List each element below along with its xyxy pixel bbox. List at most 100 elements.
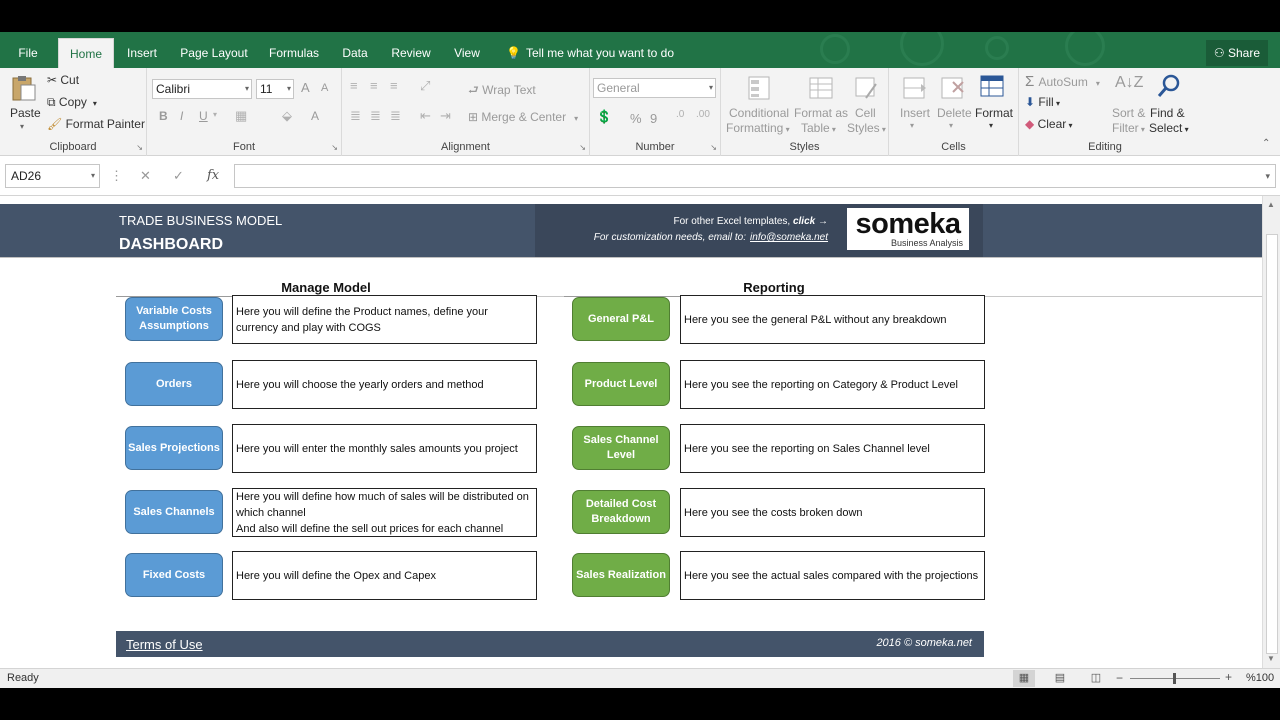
sales-channel-level-button[interactable]: Sales Channel Level	[572, 426, 670, 470]
name-box[interactable]: AD26 ▾	[5, 164, 100, 188]
align-right-icon[interactable]: ≣	[390, 108, 401, 124]
find-select-button[interactable]: Find &	[1150, 106, 1185, 120]
tab-data[interactable]: Data	[337, 32, 373, 68]
tab-insert[interactable]: Insert	[122, 32, 162, 68]
someka-logo[interactable]: someka Business Analysis	[847, 208, 969, 250]
zoom-level[interactable]: %100	[1246, 672, 1274, 684]
cut-button[interactable]: ✂ Cut	[47, 73, 79, 87]
detailed-cost-breakdown-button[interactable]: Detailed Cost Breakdown	[572, 490, 670, 534]
number-format-combo[interactable]: General ▾	[593, 78, 716, 98]
decrease-decimal-icon[interactable]: .00	[696, 109, 710, 120]
font-name-combo[interactable]: Calibri ▾	[152, 79, 252, 99]
wrap-text-button[interactable]: ⮐ Wrap Text	[468, 81, 536, 102]
vertical-scrollbar[interactable]: ▲ ▼	[1262, 196, 1280, 668]
promo-click-link[interactable]: click →	[793, 216, 828, 227]
group-font: Calibri ▾ 11 ▾ A A B I U ▾ ▦ ⬙ A Font ↘	[147, 68, 342, 156]
align-left-icon[interactable]: ≣	[350, 108, 361, 124]
align-bottom-icon[interactable]: ≡	[390, 78, 398, 93]
formula-input[interactable]: ▾	[234, 164, 1276, 188]
chevron-down-icon: ▾	[574, 114, 579, 123]
underline-dropdown-icon[interactable]: ▾	[213, 110, 217, 119]
underline-button[interactable]: U	[199, 109, 208, 123]
fill-button[interactable]: ⬇ Fill ▾	[1025, 95, 1060, 109]
currency-format-icon[interactable]: 💲	[596, 109, 612, 125]
terms-of-use-link[interactable]: Terms of Use	[126, 637, 203, 652]
zoom-out-icon[interactable]: −	[1116, 671, 1123, 685]
brush-icon: 🖌	[47, 117, 66, 131]
paste-dropdown-icon[interactable]: ▾	[20, 122, 24, 131]
clipboard-dialog-launcher[interactable]: ↘	[136, 143, 143, 152]
percent-button[interactable]: %	[630, 111, 642, 126]
scroll-thumb[interactable]	[1266, 234, 1278, 654]
grow-font-button[interactable]: A	[301, 80, 310, 95]
font-dialog-launcher[interactable]: ↘	[331, 143, 338, 152]
worksheet[interactable]: TRADE BUSINESS MODEL DASHBOARD For other…	[0, 196, 1262, 668]
sales-projections-button[interactable]: Sales Projections	[125, 426, 223, 470]
alignment-dialog-launcher[interactable]: ↘	[579, 143, 586, 152]
chevron-down-icon[interactable]: ▾	[949, 121, 953, 130]
clear-button[interactable]: ◆ Clear ▾	[1025, 117, 1073, 131]
font-color-button[interactable]: A	[311, 109, 319, 123]
scroll-up-icon[interactable]: ▲	[1267, 200, 1275, 209]
font-size-combo[interactable]: 11 ▾	[256, 79, 294, 99]
increase-indent-icon[interactable]: ⇥	[440, 108, 451, 124]
tab-page-layout[interactable]: Page Layout	[176, 32, 252, 68]
autosum-button[interactable]: Σ AutoSum ▾	[1025, 73, 1100, 90]
promo-templates-line[interactable]: For other Excel templates, click →	[673, 216, 828, 227]
delete-cells-button[interactable]: Delete	[937, 106, 972, 120]
tab-review[interactable]: Review	[386, 32, 436, 68]
sort-filter-button[interactable]: Sort &	[1112, 106, 1145, 120]
general-pl-button[interactable]: General P&L	[572, 297, 670, 341]
format-as-table-button[interactable]: Format as	[794, 106, 848, 120]
page-layout-view-icon[interactable]: ▤	[1049, 670, 1071, 687]
decrease-indent-icon[interactable]: ⇤	[420, 108, 431, 124]
page-break-view-icon[interactable]: ◫	[1085, 670, 1107, 687]
align-middle-icon[interactable]: ≡	[370, 78, 378, 93]
find-select-icon	[1157, 74, 1180, 97]
merge-center-button[interactable]: ⊞ Merge & Center ▾	[468, 110, 578, 124]
align-top-icon[interactable]: ≡	[350, 78, 358, 93]
scroll-down-icon[interactable]: ▼	[1267, 654, 1275, 663]
fixed-costs-button[interactable]: Fixed Costs	[125, 553, 223, 597]
tell-me-search[interactable]: 💡 Tell me what you want to do	[506, 32, 674, 68]
zoom-in-icon[interactable]: +	[1225, 670, 1232, 684]
variable-costs-button[interactable]: Variable Costs Assumptions	[125, 297, 223, 341]
copy-button[interactable]: ⧉ Copy ▾	[47, 95, 97, 110]
email-link[interactable]: info@someka.net	[750, 232, 828, 243]
conditional-formatting-button[interactable]: Conditional	[729, 106, 789, 120]
format-cells-button[interactable]: Format	[975, 106, 1013, 120]
italic-button[interactable]: I	[180, 109, 183, 123]
tab-home[interactable]: Home	[58, 38, 114, 68]
comma-style-button[interactable]: 9	[650, 111, 657, 126]
expand-formula-bar-icon[interactable]: ▾	[1265, 165, 1270, 187]
paste-button[interactable]: Paste	[10, 106, 41, 120]
collapse-ribbon-icon[interactable]: ⌃	[1262, 138, 1270, 149]
insert-function-button[interactable]: fx	[207, 164, 219, 188]
format-painter-button[interactable]: 🖌 Format Painter	[47, 117, 145, 131]
cell-styles-button[interactable]: Cell	[855, 106, 876, 120]
normal-view-icon[interactable]: ▦	[1013, 670, 1035, 687]
sales-channels-button[interactable]: Sales Channels	[125, 490, 223, 534]
chevron-down-icon[interactable]: ▾	[910, 121, 914, 130]
align-center-icon[interactable]: ≣	[370, 108, 381, 124]
borders-icon[interactable]: ▦	[235, 108, 247, 124]
number-dialog-launcher[interactable]: ↘	[710, 143, 717, 152]
cancel-icon[interactable]: ✕	[140, 164, 151, 188]
orders-button[interactable]: Orders	[125, 362, 223, 406]
zoom-slider-thumb[interactable]	[1173, 673, 1176, 684]
shrink-font-button[interactable]: A	[321, 82, 328, 94]
sales-realization-button[interactable]: Sales Realization	[572, 553, 670, 597]
bold-button[interactable]: B	[159, 109, 168, 123]
fill-color-icon[interactable]: ⬙	[282, 108, 292, 124]
tab-view[interactable]: View	[449, 32, 485, 68]
tell-me-text: Tell me what you want to do	[525, 46, 675, 60]
insert-cells-button[interactable]: Insert	[900, 106, 930, 120]
share-button[interactable]: ⚇ Share	[1205, 40, 1268, 66]
product-level-button[interactable]: Product Level	[572, 362, 670, 406]
chevron-down-icon[interactable]: ▾	[989, 121, 993, 130]
orientation-icon[interactable]: ⤢	[420, 78, 430, 94]
increase-decimal-icon[interactable]: .0	[676, 109, 684, 120]
tab-file[interactable]: File	[10, 32, 46, 68]
enter-icon[interactable]: ✓	[173, 164, 184, 188]
tab-formulas[interactable]: Formulas	[264, 32, 324, 68]
